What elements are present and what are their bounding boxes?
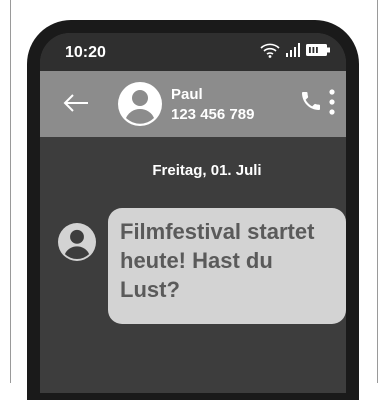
person-icon <box>118 82 162 131</box>
phone-icon[interactable] <box>299 89 323 118</box>
status-icons <box>260 42 330 62</box>
contact-number: 123 456 789 <box>171 106 255 123</box>
signal-icon <box>285 42 301 62</box>
status-time: 10:20 <box>65 44 106 61</box>
phone-screen: 10:20 Paul 123 456 789 Freitag, 01. Juli… <box>40 33 346 393</box>
message-bubble: Filmfestival startet heute! Hast du Lust… <box>108 208 346 324</box>
contact-name: Paul <box>171 86 203 103</box>
wifi-icon <box>260 42 280 63</box>
sender-avatar-icon <box>58 223 96 266</box>
battery-icon <box>306 43 330 61</box>
arrow-left-icon[interactable] <box>62 92 90 119</box>
conversation-header: Paul 123 456 789 <box>40 71 346 137</box>
more-vertical-icon[interactable] <box>328 89 336 120</box>
conversation-date: Freitag, 01. Juli <box>152 162 262 179</box>
status-bar: 10:20 <box>40 33 346 71</box>
